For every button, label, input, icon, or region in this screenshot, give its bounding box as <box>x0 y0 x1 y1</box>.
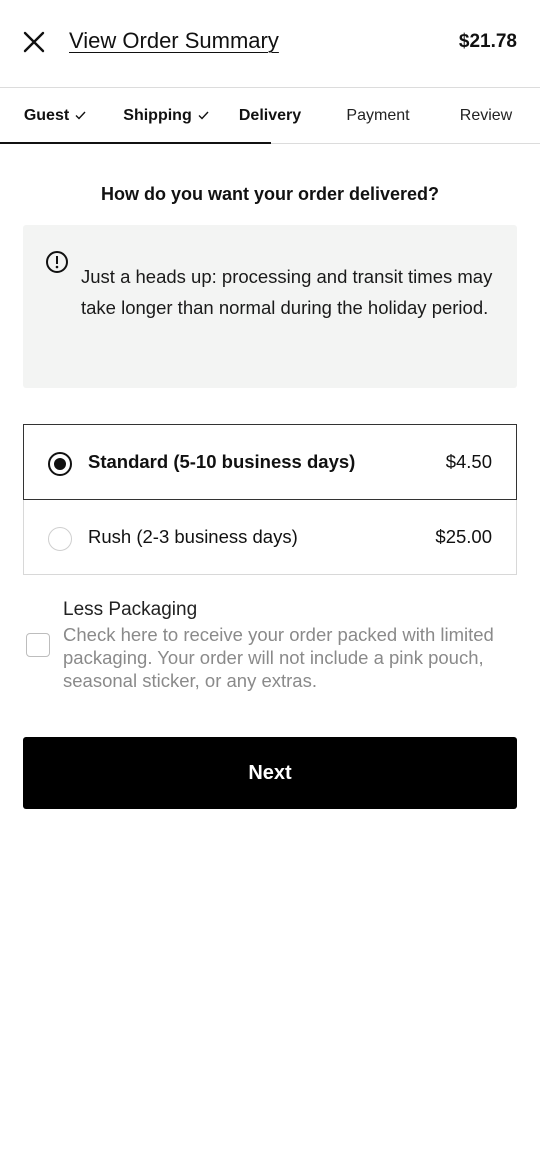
page-title: How do you want your order delivered? <box>100 184 440 204</box>
step-label: Shipping <box>123 107 192 124</box>
exclamation-circle-icon <box>45 250 69 274</box>
delivery-option-price: $4.50 <box>445 451 492 472</box>
holiday-notice: Just a heads up: processing and transit … <box>23 225 517 388</box>
tab-shipping[interactable]: Shipping <box>110 88 222 144</box>
delivery-option-standard[interactable]: Standard (5-10 business days) $4.50 <box>23 424 517 500</box>
checkmark-icon <box>75 107 86 125</box>
header: View Order Summary $21.78 <box>0 0 540 88</box>
step-label: Guest <box>23 107 70 124</box>
order-total: $21.78 <box>458 31 517 52</box>
tab-review[interactable]: Review <box>446 88 526 144</box>
checkout-steps: Guest Shipping Delivery Payment Review <box>0 88 540 144</box>
close-icon[interactable] <box>22 30 46 54</box>
less-packaging-description: Check here to receive your order packed … <box>63 624 494 691</box>
step-label: Review <box>459 107 513 124</box>
radio-button-selected[interactable] <box>48 452 72 476</box>
less-packaging-title: Less Packaging <box>63 599 198 620</box>
view-order-summary-link[interactable]: View Order Summary <box>69 28 279 54</box>
delivery-option-rush[interactable]: Rush (2-3 business days) $25.00 <box>23 500 517 575</box>
active-step-indicator <box>0 142 271 144</box>
delivery-option-label: Standard (5-10 business days) <box>88 451 356 472</box>
checkmark-icon <box>198 107 209 125</box>
step-label: Payment <box>346 107 410 124</box>
tab-guest[interactable]: Guest <box>12 88 98 144</box>
delivery-option-label: Rush (2-3 business days) <box>88 526 298 547</box>
next-button[interactable]: Next <box>23 737 517 809</box>
radio-button[interactable] <box>48 527 72 551</box>
tab-payment[interactable]: Payment <box>336 88 420 144</box>
notice-text: Just a heads up: processing and transit … <box>81 266 493 318</box>
tab-delivery[interactable]: Delivery <box>228 88 312 144</box>
step-label: Delivery <box>238 107 302 124</box>
delivery-option-price: $25.00 <box>435 526 492 547</box>
less-packaging-checkbox[interactable] <box>26 633 50 657</box>
